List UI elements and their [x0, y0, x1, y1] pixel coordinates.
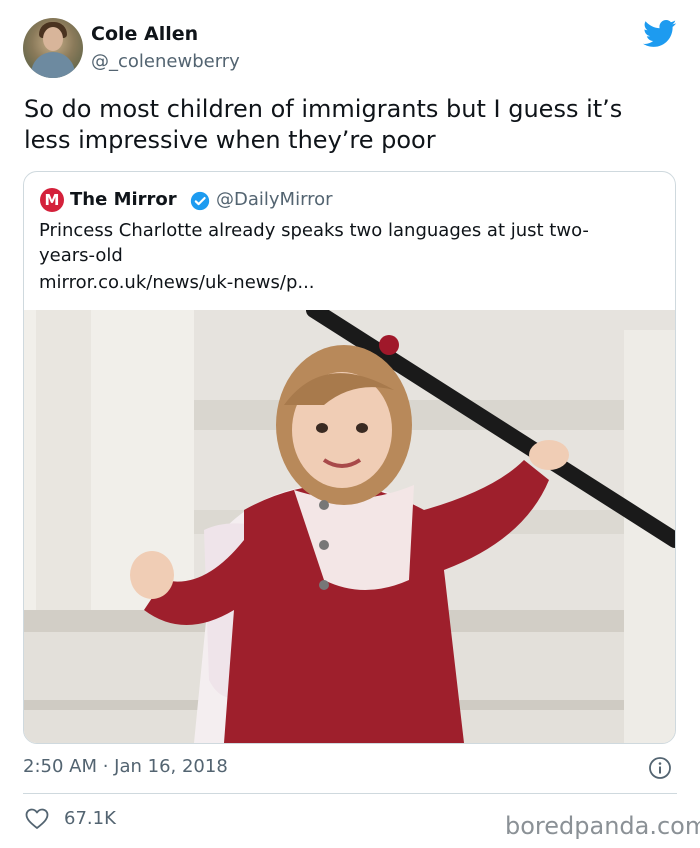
watermark: boredpanda.com [505, 812, 700, 840]
quoted-link[interactable]: mirror.co.uk/news/uk-news/p... [39, 272, 315, 293]
verified-badge-icon [190, 191, 210, 211]
avatar[interactable] [23, 18, 83, 78]
quoted-tweet[interactable]: M The Mirror @DailyMirror Princess Charl… [23, 171, 676, 744]
author-name[interactable]: Cole Allen [91, 23, 198, 45]
heart-icon[interactable] [25, 808, 49, 830]
twitter-bird-icon[interactable] [643, 20, 677, 48]
like-count: 67.1K [64, 808, 116, 829]
info-icon[interactable] [648, 756, 672, 780]
quoted-author-handle[interactable]: @DailyMirror [216, 189, 333, 210]
tweet-timestamp[interactable]: 2:50 AM · Jan 16, 2018 [23, 756, 228, 777]
tweet-text: So do most children of immigrants but I … [24, 95, 623, 154]
divider [23, 793, 677, 794]
quoted-photo[interactable] [24, 310, 675, 743]
quoted-author-name[interactable]: The Mirror [70, 189, 177, 210]
author-handle[interactable]: @_colenewberry [91, 51, 240, 72]
quoted-tweet-text: Princess Charlotte already speaks two la… [39, 220, 589, 266]
mirror-logo-icon: M [40, 188, 64, 212]
